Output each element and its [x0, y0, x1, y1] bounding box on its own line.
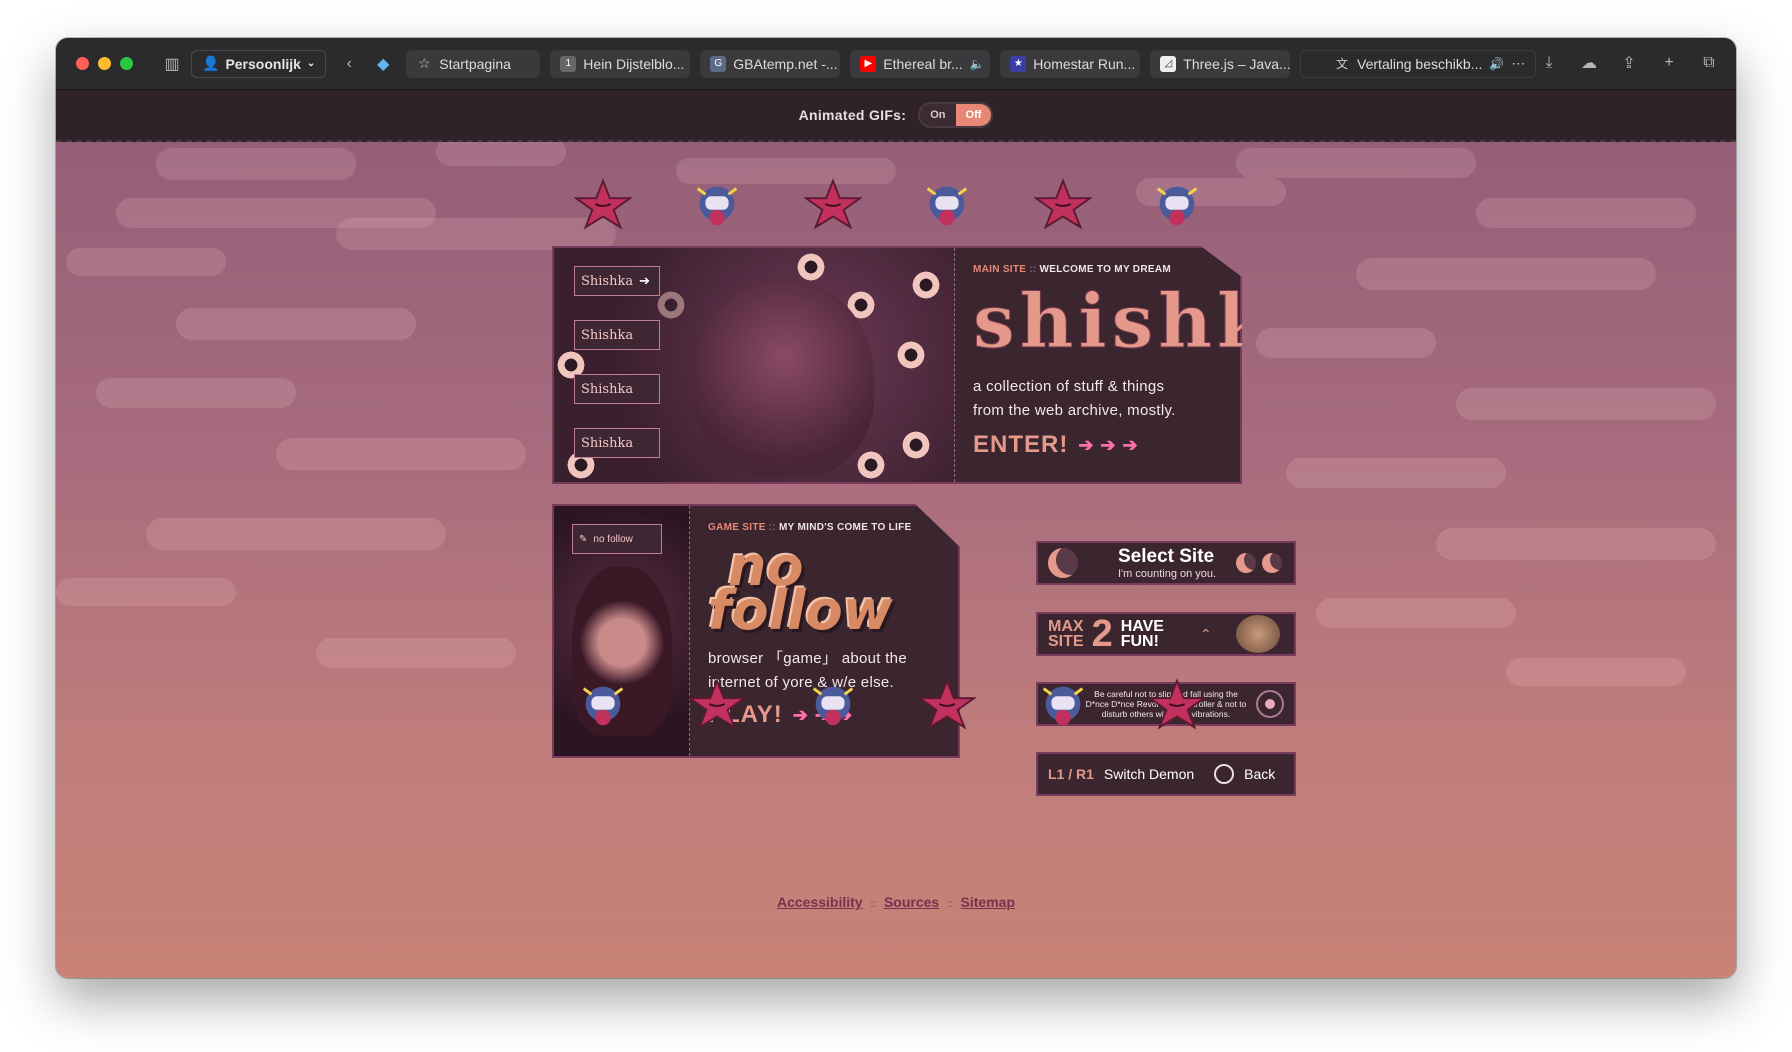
chevron-down-icon: ⌄ [306, 58, 316, 69]
main-site-artwork: Shishka ➔ Shishka Shishka Shishka [554, 248, 954, 482]
tab-label: Three.js – Java... [1183, 55, 1291, 72]
toolbar-right: ⤓ ☁ ⇪ + ⧉ [1536, 50, 1722, 76]
pink-star-icon [804, 178, 862, 230]
speaker-icon[interactable]: 🔈 [970, 57, 985, 71]
speaker-icon[interactable]: 🔊 [1489, 57, 1504, 71]
pink-star-icon [1148, 678, 1206, 730]
enter-link[interactable]: ENTER! ➔ ➔ ➔ [973, 431, 1222, 459]
moon-icon [1262, 553, 1283, 573]
pink-star-icon [1034, 178, 1092, 230]
no-follow-badge[interactable]: ✎ no follow [572, 524, 662, 554]
shishka-banner-4[interactable]: Shishka [574, 428, 660, 458]
share-icon[interactable]: ⇪ [1616, 50, 1642, 76]
tab-label: Vertaling beschikb... [1357, 55, 1483, 72]
tab-vertaling[interactable]: 文 Vertaling beschikb... 🔊 ⋯ [1300, 49, 1537, 78]
cloud-icon[interactable]: ☁ [1576, 50, 1602, 76]
select-site-button[interactable]: Select Site I'm counting on you. [1036, 541, 1296, 585]
gif-off-option[interactable]: Off [955, 104, 992, 126]
tab-ethereal[interactable]: ▶ Ethereal br... 🔈 [850, 49, 991, 78]
no-follow-logo: no follow [708, 535, 893, 642]
moon-icon [1236, 553, 1257, 573]
tab-startpagina[interactable]: ☆ Startpagina [406, 49, 541, 78]
chibi-character-icon [582, 686, 624, 726]
chibi-character-icon [1156, 186, 1198, 226]
shishka-banner-1[interactable]: Shishka ➔ [574, 266, 660, 296]
max-site-2-button[interactable]: MAX SITE 2 HAVE FUN! ⌃ [1036, 612, 1296, 656]
pink-star-icon [918, 678, 976, 730]
flower-gear-icon [1256, 690, 1284, 718]
minimize-window-button[interactable] [98, 57, 111, 70]
sidebar-toggle-icon[interactable]: ▥ [159, 51, 185, 77]
accessibility-link[interactable]: Accessibility [777, 894, 863, 910]
creature-icon [1235, 615, 1280, 653]
tab-label: GBAtemp.net -... [733, 55, 838, 72]
back-label[interactable]: Back [1244, 766, 1275, 782]
main-site-card[interactable]: Shishka ➔ Shishka Shishka Shishka MAIN SI… [552, 246, 1242, 484]
person-icon: 👤 [202, 55, 220, 71]
shishka-logo: shishka [973, 279, 1327, 365]
select-site-title: Select Site [1118, 546, 1215, 567]
tab-overview-icon[interactable]: ⧉ [1696, 50, 1722, 76]
tab-gbatemp[interactable]: G GBAtemp.net -... [700, 49, 841, 78]
controller-hint-bar: L1 / R1 Switch Demon Back [1036, 752, 1296, 796]
gif-on-option[interactable]: On [920, 104, 955, 126]
tab-label: Ethereal br... [883, 55, 963, 72]
profile-button[interactable]: 👤 Persoonlijk ⌄ [191, 49, 327, 78]
switch-demon-label[interactable]: Switch Demon [1104, 766, 1194, 782]
chibi-character-icon [926, 186, 968, 226]
sources-link[interactable]: Sources [884, 894, 939, 910]
select-site-subtitle: I'm counting on you. [1118, 568, 1217, 580]
tab-label: Hein Dijstelblo... [583, 55, 685, 72]
moon-icon [1048, 548, 1078, 578]
max-site-label: MAX SITE [1048, 618, 1084, 650]
tab-threejs[interactable]: ◿ Three.js – Java... [1150, 49, 1291, 78]
tab-hein[interactable]: 1 Hein Dijstelblo... [550, 49, 691, 78]
pink-star-icon [574, 178, 632, 230]
character-portrait [694, 278, 874, 478]
main-site-description: a collection of stuff & things from the … [973, 378, 1176, 419]
have-fun-label: HAVE FUN! [1120, 618, 1164, 650]
shishka-banner-3[interactable]: Shishka [574, 374, 660, 404]
chibi-character-icon [1042, 686, 1084, 726]
pink-star-icon [688, 678, 746, 730]
window-controls [76, 57, 133, 70]
max-site-number: 2 [1091, 613, 1113, 655]
one-icon: 1 [560, 55, 577, 72]
back-arrow-icon[interactable]: ‹ [336, 51, 362, 77]
sitemap-link[interactable]: Sitemap [961, 894, 1015, 910]
download-icon[interactable]: ⤓ [1536, 50, 1562, 76]
main-site-kicker: MAIN SITE:: WELCOME TO MY DREAM [973, 264, 1171, 275]
new-tab-icon[interactable]: + [1656, 50, 1682, 76]
main-site-content: MAIN SITE:: WELCOME TO MY DREAM shishka a… [954, 248, 1327, 482]
youtube-icon: ▶ [860, 55, 877, 72]
l1-r1-keys: L1 / R1 [1048, 766, 1094, 782]
gbatemp-icon: G [710, 55, 727, 72]
pencil-icon: ✎ [579, 533, 588, 545]
gif-toggle-bar: Animated GIFs: On Off [56, 90, 1736, 142]
close-window-button[interactable] [76, 57, 89, 70]
more-icon[interactable]: ⋯ [1511, 55, 1525, 72]
gif-toggle-label: Animated GIFs: [798, 107, 907, 123]
footer-links: Accessibility :: Sources :: Sitemap [776, 894, 1015, 910]
bitwarden-shield-icon[interactable]: ◆ [370, 51, 396, 77]
profile-label: Persoonlijk [225, 55, 301, 72]
browser-window: ▥ 👤 Persoonlijk ⌄ ‹ ◆ ☆ Startpagina 1 He… [56, 38, 1736, 978]
game-site-kicker: GAME SITE:: MY MIND'S COME TO LIFE [708, 522, 912, 533]
chibi-character-icon [812, 686, 854, 726]
shishka-banner-2[interactable]: Shishka [574, 320, 660, 350]
threejs-icon: ◿ [1160, 55, 1177, 72]
tab-label: Startpagina [439, 55, 511, 72]
circle-button-icon [1214, 764, 1235, 784]
star-icon: ☆ [418, 55, 431, 71]
homestar-icon: ★ [1010, 55, 1027, 72]
browser-tab-bar: ▥ 👤 Persoonlijk ⌄ ‹ ◆ ☆ Startpagina 1 He… [56, 38, 1736, 90]
translate-icon: 文 [1336, 57, 1349, 71]
chibi-character-icon [696, 186, 738, 226]
tab-homestar[interactable]: ★ Homestar Run... [1000, 49, 1141, 78]
arrow-right-icon: ➔ ➔ ➔ [1078, 434, 1139, 455]
gif-toggle[interactable]: On Off [918, 102, 994, 128]
double-chevron-up-icon: ⌃ [1199, 625, 1212, 642]
fullscreen-window-button[interactable] [120, 57, 133, 70]
tab-label: Homestar Run... [1033, 55, 1136, 72]
